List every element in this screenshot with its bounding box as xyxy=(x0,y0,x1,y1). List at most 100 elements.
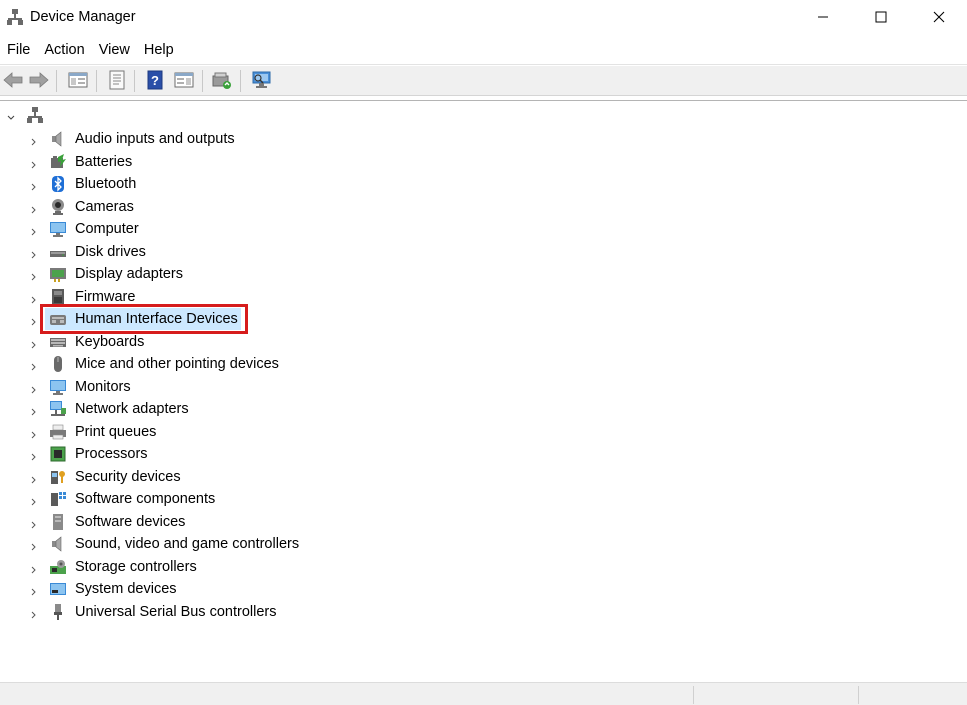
chevron-right-icon[interactable] xyxy=(30,584,38,596)
show-hide-console-tree-button[interactable] xyxy=(66,69,90,93)
printer-icon xyxy=(49,423,67,441)
tree-node[interactable]: Print queues xyxy=(0,421,400,443)
battery-icon xyxy=(49,153,67,171)
close-icon xyxy=(933,10,945,26)
tree-node[interactable]: Monitors xyxy=(0,376,400,398)
tree-node-label: Security devices xyxy=(75,468,181,485)
tree-node[interactable]: Computer xyxy=(0,218,400,240)
tree-node[interactable]: Network adapters xyxy=(0,398,400,420)
toolbar: ? xyxy=(0,66,967,96)
menu-view[interactable]: View xyxy=(92,40,137,62)
action-pane-icon xyxy=(174,71,194,92)
keyboard-icon xyxy=(49,333,67,351)
tree-node[interactable]: Disk drives xyxy=(0,241,400,263)
menu-help[interactable]: Help xyxy=(137,40,181,62)
camera-icon xyxy=(49,198,67,216)
tree-node[interactable]: Mice and other pointing devices xyxy=(0,353,400,375)
bluetooth-icon xyxy=(49,175,67,193)
chevron-right-icon[interactable] xyxy=(30,247,38,258)
tree-node-label: System devices xyxy=(75,581,177,597)
toolbar-separator xyxy=(56,70,57,92)
back-button[interactable] xyxy=(1,69,25,93)
security-device-icon xyxy=(49,468,67,486)
chevron-right-icon[interactable] xyxy=(30,472,38,483)
tree-node-label: Sound, video and game controllers xyxy=(75,536,300,552)
toolbar-separator xyxy=(96,70,97,92)
chevron-right-icon[interactable] xyxy=(30,224,38,236)
chevron-right-icon[interactable] xyxy=(30,179,38,191)
chevron-right-icon[interactable] xyxy=(30,157,38,168)
tree-node[interactable]: Sound, video and game controllers xyxy=(0,533,400,555)
tree-node[interactable]: Universal Serial Bus controllers xyxy=(0,601,400,623)
processor-icon xyxy=(49,445,67,463)
chevron-right-icon[interactable] xyxy=(30,517,38,528)
forward-button[interactable] xyxy=(27,69,51,93)
chevron-right-icon[interactable] xyxy=(30,314,38,326)
tree-root[interactable] xyxy=(0,106,120,126)
chevron-down-icon[interactable] xyxy=(6,110,16,120)
tree-node-label: Audio inputs and outputs xyxy=(75,131,235,147)
tree-node-label: Monitors xyxy=(75,378,131,395)
chevron-right-icon[interactable] xyxy=(30,134,38,146)
disk-drive-icon xyxy=(49,243,67,261)
chevron-right-icon[interactable] xyxy=(30,539,38,551)
scan-hardware-icon xyxy=(251,70,273,93)
system-device-icon xyxy=(49,580,67,598)
help-button[interactable]: ? xyxy=(143,69,167,93)
chevron-right-icon[interactable] xyxy=(30,562,38,573)
tree-node[interactable]: Audio inputs and outputs xyxy=(0,128,400,150)
title-bar: Device Manager xyxy=(0,0,967,36)
network-adapter-icon xyxy=(49,400,67,418)
tree-node-label: Disk drives xyxy=(75,243,146,260)
scan-hardware-button[interactable] xyxy=(250,69,274,93)
chevron-right-icon[interactable] xyxy=(30,382,38,393)
mouse-icon xyxy=(49,355,67,373)
minimize-button[interactable] xyxy=(794,0,852,36)
tree-node[interactable]: Software components xyxy=(0,488,400,510)
chevron-right-icon[interactable] xyxy=(30,269,38,281)
tree-node[interactable]: System devices xyxy=(0,578,400,600)
chevron-right-icon[interactable] xyxy=(30,607,38,618)
tree-node[interactable]: Display adapters xyxy=(0,263,400,285)
chevron-right-icon[interactable] xyxy=(30,202,38,213)
toolbar-separator xyxy=(240,70,241,92)
menu-bar: File Action View Help xyxy=(0,40,967,62)
update-driver-button[interactable] xyxy=(210,69,234,93)
software-device-icon xyxy=(49,513,67,531)
action-pane-button[interactable] xyxy=(172,69,196,93)
maximize-button[interactable] xyxy=(852,0,910,36)
show-hide-console-tree-icon xyxy=(68,71,88,92)
tree-node[interactable]: Processors xyxy=(0,443,400,465)
tree-node-label: Storage controllers xyxy=(75,558,197,575)
chevron-right-icon[interactable] xyxy=(30,337,38,348)
toolbar-separator xyxy=(202,70,203,92)
selection-highlight xyxy=(40,304,248,334)
sound-controller-icon xyxy=(49,535,67,553)
tree-node[interactable]: Storage controllers xyxy=(0,556,400,578)
tree-node[interactable]: Batteries xyxy=(0,151,400,173)
menu-action[interactable]: Action xyxy=(37,40,91,62)
tree-node-label: Mice and other pointing devices xyxy=(75,356,279,372)
chevron-right-icon[interactable] xyxy=(30,404,38,416)
tree-node-label: Software devices xyxy=(75,513,186,530)
firmware-icon xyxy=(49,288,67,306)
tree-node[interactable]: Cameras xyxy=(0,196,400,218)
properties-button[interactable] xyxy=(105,69,129,93)
storage-controller-icon xyxy=(49,558,67,576)
svg-text:?: ? xyxy=(151,73,159,88)
tree-node[interactable]: Bluetooth xyxy=(0,173,400,195)
tree-node-label: Print queues xyxy=(75,423,157,440)
close-button[interactable] xyxy=(910,0,967,36)
menu-file[interactable]: File xyxy=(0,40,37,62)
tree-node-label: Batteries xyxy=(75,153,133,170)
tree-node-label: Bluetooth xyxy=(75,176,137,192)
tree-node[interactable]: Security devices xyxy=(0,466,400,488)
tree-node[interactable]: Software devices xyxy=(0,511,400,533)
maximize-icon xyxy=(875,10,887,26)
chevron-right-icon[interactable] xyxy=(30,427,38,438)
chevron-right-icon[interactable] xyxy=(30,292,38,303)
chevron-right-icon[interactable] xyxy=(30,449,38,461)
chevron-right-icon[interactable] xyxy=(30,359,38,371)
chevron-right-icon[interactable] xyxy=(30,494,38,506)
tree-node-label: Universal Serial Bus controllers xyxy=(75,603,277,620)
